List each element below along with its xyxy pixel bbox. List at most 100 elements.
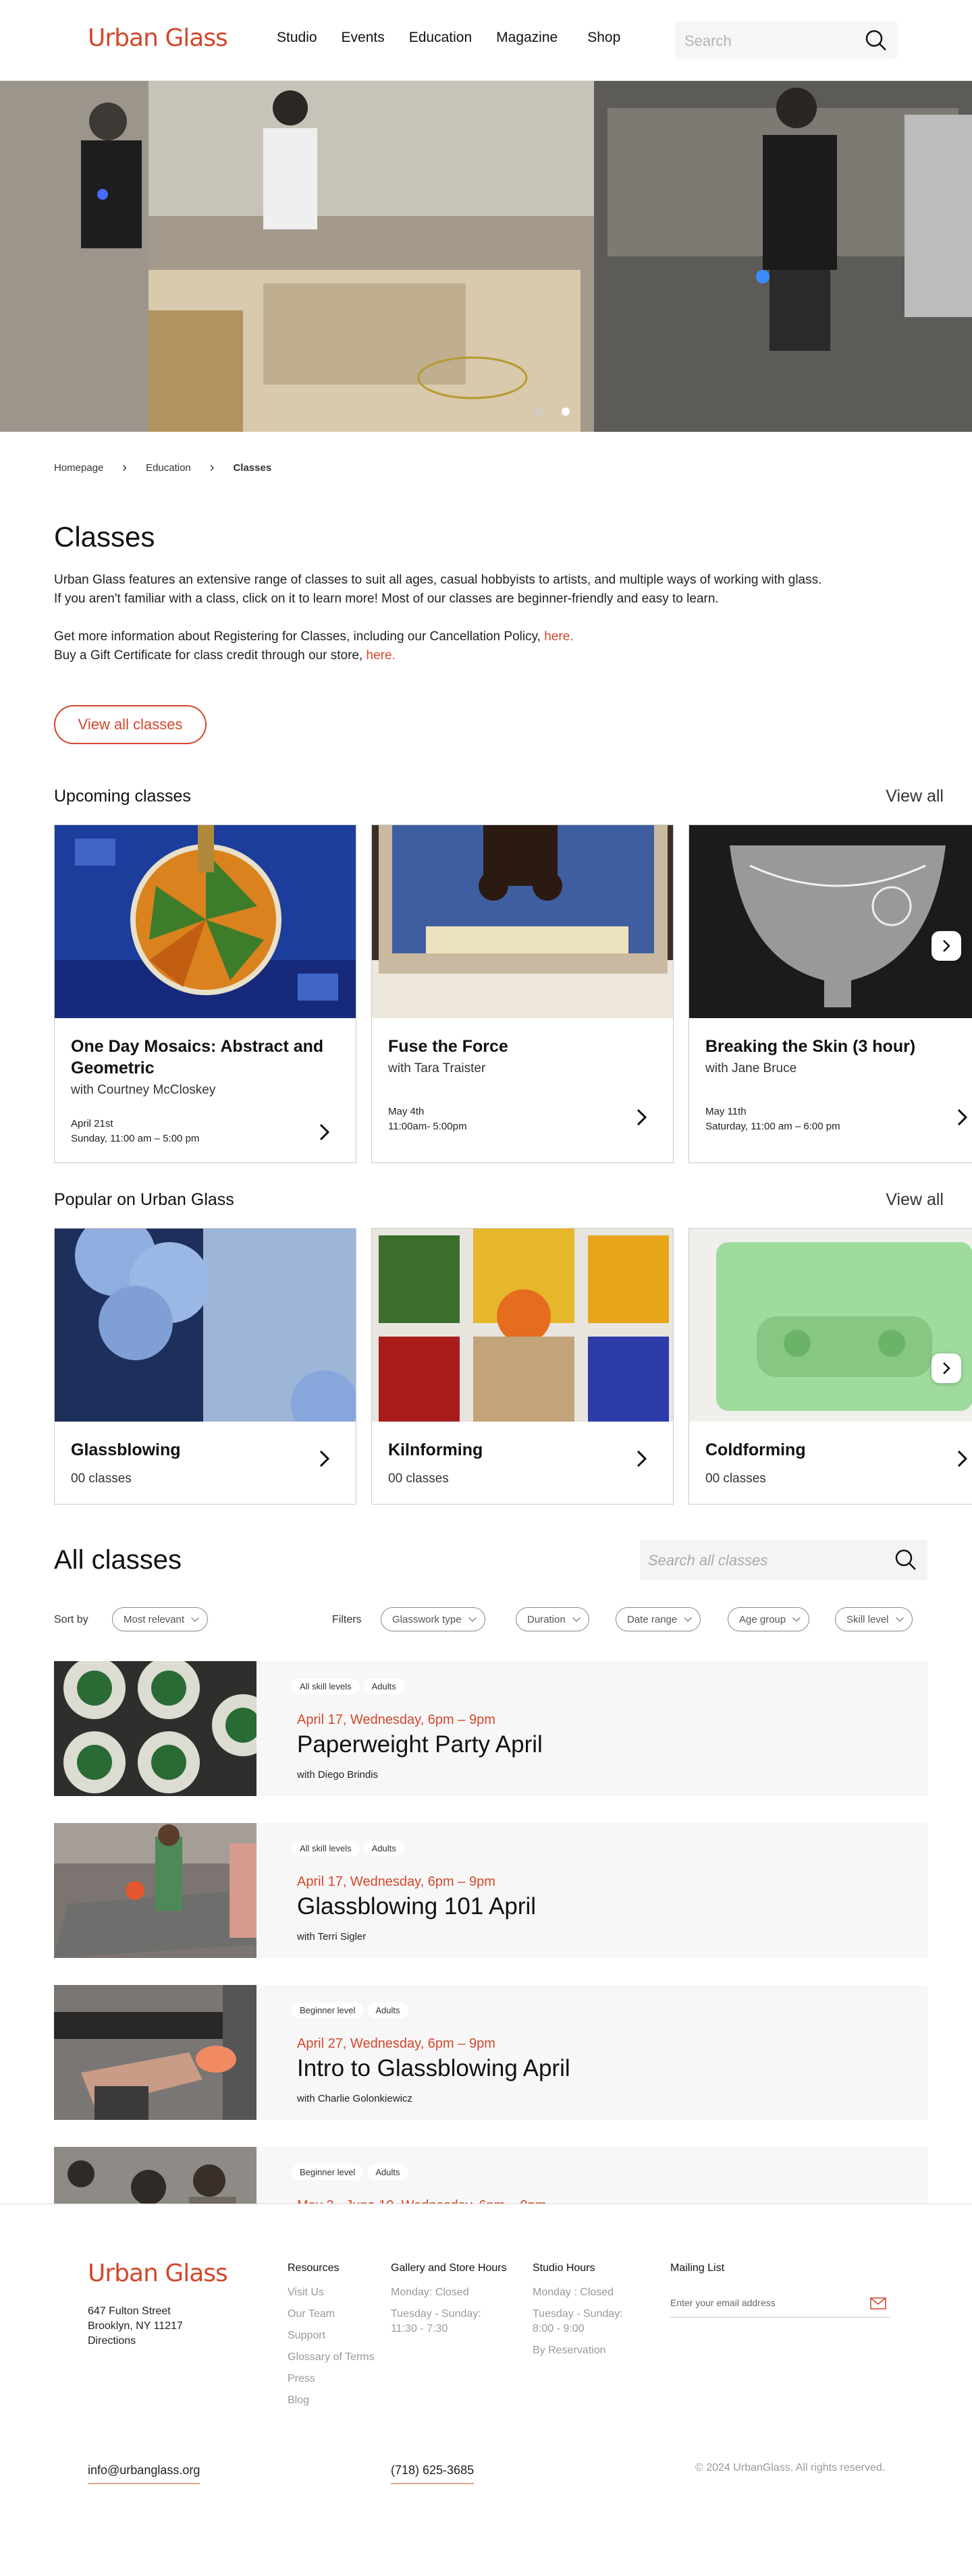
category-card-title: Glassblowing — [71, 1440, 181, 1459]
filter-skill-level[interactable]: Skill level — [835, 1607, 913, 1631]
class-name[interactable]: Glassblowing 101 April — [297, 1893, 536, 1920]
footer-mailing-list: Mailing List — [670, 2262, 724, 2285]
chevron-right-icon[interactable] — [956, 1449, 969, 1469]
registering-here-link[interactable]: here. — [544, 629, 573, 644]
class-thumbnail — [54, 1823, 256, 1958]
directions-link[interactable]: Directions — [88, 2334, 183, 2349]
popular-title: Popular on Urban Glass — [54, 1190, 234, 1209]
chevron-right-icon[interactable] — [635, 1449, 649, 1469]
class-date: April 17, Wednesday, 6pm – 9pm — [297, 1712, 495, 1727]
mailing-email-input[interactable]: Enter your email address — [670, 2291, 890, 2318]
sort-dropdown[interactable]: Most relevant — [112, 1607, 209, 1631]
site-logo[interactable]: Urban Glass — [88, 24, 228, 52]
carousel-dot[interactable] — [535, 408, 543, 416]
class-list-item[interactable]: All skill levels Adults April 17, Wednes… — [54, 1823, 927, 1958]
nav-studio[interactable]: Studio — [277, 30, 317, 46]
class-tags: Beginner level Adults — [292, 2164, 408, 2180]
class-name[interactable]: Intro to Glassblowing April — [297, 2055, 570, 2082]
chevron-right-icon[interactable] — [635, 1107, 649, 1127]
chevron-right-icon[interactable] — [318, 1122, 331, 1142]
breadcrumb-homepage[interactable]: Homepage — [54, 462, 103, 474]
studio-hours-note: By Reservation — [533, 2345, 606, 2356]
filter-duration[interactable]: Duration — [516, 1607, 589, 1631]
category-card-title: Coldforming — [705, 1440, 806, 1459]
category-card[interactable]: Coldforming 00 classes — [688, 1228, 972, 1505]
hero-carousel-dots — [535, 408, 570, 416]
class-tags: Beginner level Adults — [292, 2003, 408, 2018]
studio-hours-monday: Monday : Closed — [533, 2287, 614, 2298]
search-placeholder: Search — [684, 32, 732, 49]
footer-link-our-team[interactable]: Our Team — [288, 2307, 375, 2322]
chevron-right-icon[interactable] — [318, 1449, 331, 1469]
footer-logo[interactable]: Urban Glass — [88, 2260, 228, 2287]
copyright: © 2024 UrbanGlass. All rights reserved. — [695, 2462, 886, 2473]
category-card[interactable]: Glassblowing 00 classes — [54, 1228, 356, 1505]
search-icon[interactable] — [894, 1548, 918, 1572]
footer-link-support[interactable]: Support — [288, 2328, 375, 2343]
chevron-right-icon — [943, 1362, 950, 1374]
gift-certificate-here-link[interactable]: here. — [367, 648, 396, 663]
info-line-2: Buy a Gift Certificate for class credit … — [54, 648, 363, 663]
search-icon[interactable] — [864, 28, 888, 53]
gallery-hours-weekdays: Tuesday - Sunday: 11:30 - 7:30 — [391, 2308, 481, 2334]
class-date: April 17, Wednesday, 6pm – 9pm — [297, 1874, 495, 1889]
view-all-classes-button[interactable]: View all classes — [54, 705, 207, 744]
carousel-dot-active[interactable] — [562, 408, 570, 416]
category-card-title: Kilnforming — [388, 1440, 483, 1459]
class-instructor: with Terri Sigler — [297, 1931, 367, 1942]
all-classes-search-input[interactable]: Search all classes — [640, 1540, 927, 1580]
footer-link-press[interactable]: Press — [288, 2372, 375, 2386]
carousel-next-button[interactable] — [932, 1353, 961, 1383]
class-card-date: May 4th 11:00am- 5:00pm — [388, 1104, 466, 1134]
class-list-item[interactable]: All skill levels Adults April 17, Wednes… — [54, 1661, 927, 1796]
popular-view-all-link[interactable]: View all — [886, 1190, 944, 1210]
age-tag: Adults — [363, 1679, 404, 1694]
address-street: 647 Fulton Street — [88, 2305, 171, 2317]
mail-icon[interactable] — [870, 2297, 886, 2309]
footer-phone-link[interactable]: (718) 625-3685 — [391, 2463, 475, 2484]
main-nav: Studio Events Education Magazine Shop — [277, 30, 645, 46]
class-card[interactable]: Fuse the Force with Tara Traister May 4t… — [371, 824, 674, 1163]
nav-magazine[interactable]: Magazine — [496, 30, 558, 46]
upcoming-view-all-link[interactable]: View all — [886, 787, 944, 806]
class-card[interactable]: One Day Mosaics: Abstract and Geometric … — [54, 824, 356, 1163]
nav-shop[interactable]: Shop — [587, 30, 620, 46]
card-time: Sunday, 11:00 am – 5:00 pm — [71, 1133, 200, 1144]
footer-studio-hours: Studio Hours Monday : Closed Tuesday - S… — [533, 2262, 654, 2365]
filter-glasswork-type[interactable]: Glasswork type — [381, 1607, 485, 1631]
category-card-image — [55, 1229, 356, 1422]
carousel-next-button[interactable] — [932, 931, 961, 961]
footer-link-glossary[interactable]: Glossary of Terms — [288, 2350, 375, 2365]
class-date: April 27, Wednesday, 6pm – 9pm — [297, 2036, 495, 2051]
age-tag: Adults — [367, 2003, 408, 2018]
skill-tag: All skill levels — [292, 1679, 360, 1694]
studio-hours-title: Studio Hours — [533, 2262, 595, 2274]
card-date: May 11th — [705, 1106, 747, 1117]
chevron-right-icon: › — [122, 460, 128, 475]
chevron-right-icon[interactable] — [956, 1107, 969, 1127]
filter-age-group[interactable]: Age group — [728, 1607, 810, 1631]
category-card-image — [372, 1229, 673, 1422]
card-date: May 4th — [388, 1106, 425, 1117]
gallery-hours-title: Gallery and Store Hours — [391, 2262, 507, 2274]
breadcrumb: Homepage › Education › Classes — [54, 460, 271, 476]
class-name[interactable]: Paperweight Party April — [297, 1731, 543, 1758]
nav-education[interactable]: Education — [409, 30, 472, 46]
filters-label: Filters — [332, 1614, 362, 1625]
header-search-input[interactable]: Search — [675, 22, 898, 59]
category-card-count: 00 classes — [388, 1472, 449, 1486]
category-card[interactable]: Kilnforming 00 classes — [371, 1228, 674, 1505]
class-card-instructor: with Courtney McCloskey — [71, 1083, 216, 1097]
footer-link-visit-us[interactable]: Visit Us — [288, 2285, 375, 2300]
breadcrumb-education[interactable]: Education — [146, 462, 191, 474]
class-card-image — [689, 825, 972, 1018]
nav-events[interactable]: Events — [342, 30, 385, 46]
filter-date-range[interactable]: Date range — [616, 1607, 701, 1631]
footer-email-link[interactable]: info@urbanglass.org — [88, 2463, 200, 2484]
site-footer: Urban Glass 647 Fulton Street Brooklyn, … — [0, 2204, 972, 2576]
footer-link-blog[interactable]: Blog — [288, 2393, 375, 2408]
class-card[interactable]: Breaking the Skin (3 hour) with Jane Bru… — [688, 824, 972, 1163]
class-list-item[interactable]: Beginner level Adults April 27, Wednesda… — [54, 1985, 927, 2120]
mailing-list-title: Mailing List — [670, 2262, 725, 2274]
footer-address: 647 Fulton Street Brooklyn, NY 11217 Dir… — [88, 2304, 183, 2349]
